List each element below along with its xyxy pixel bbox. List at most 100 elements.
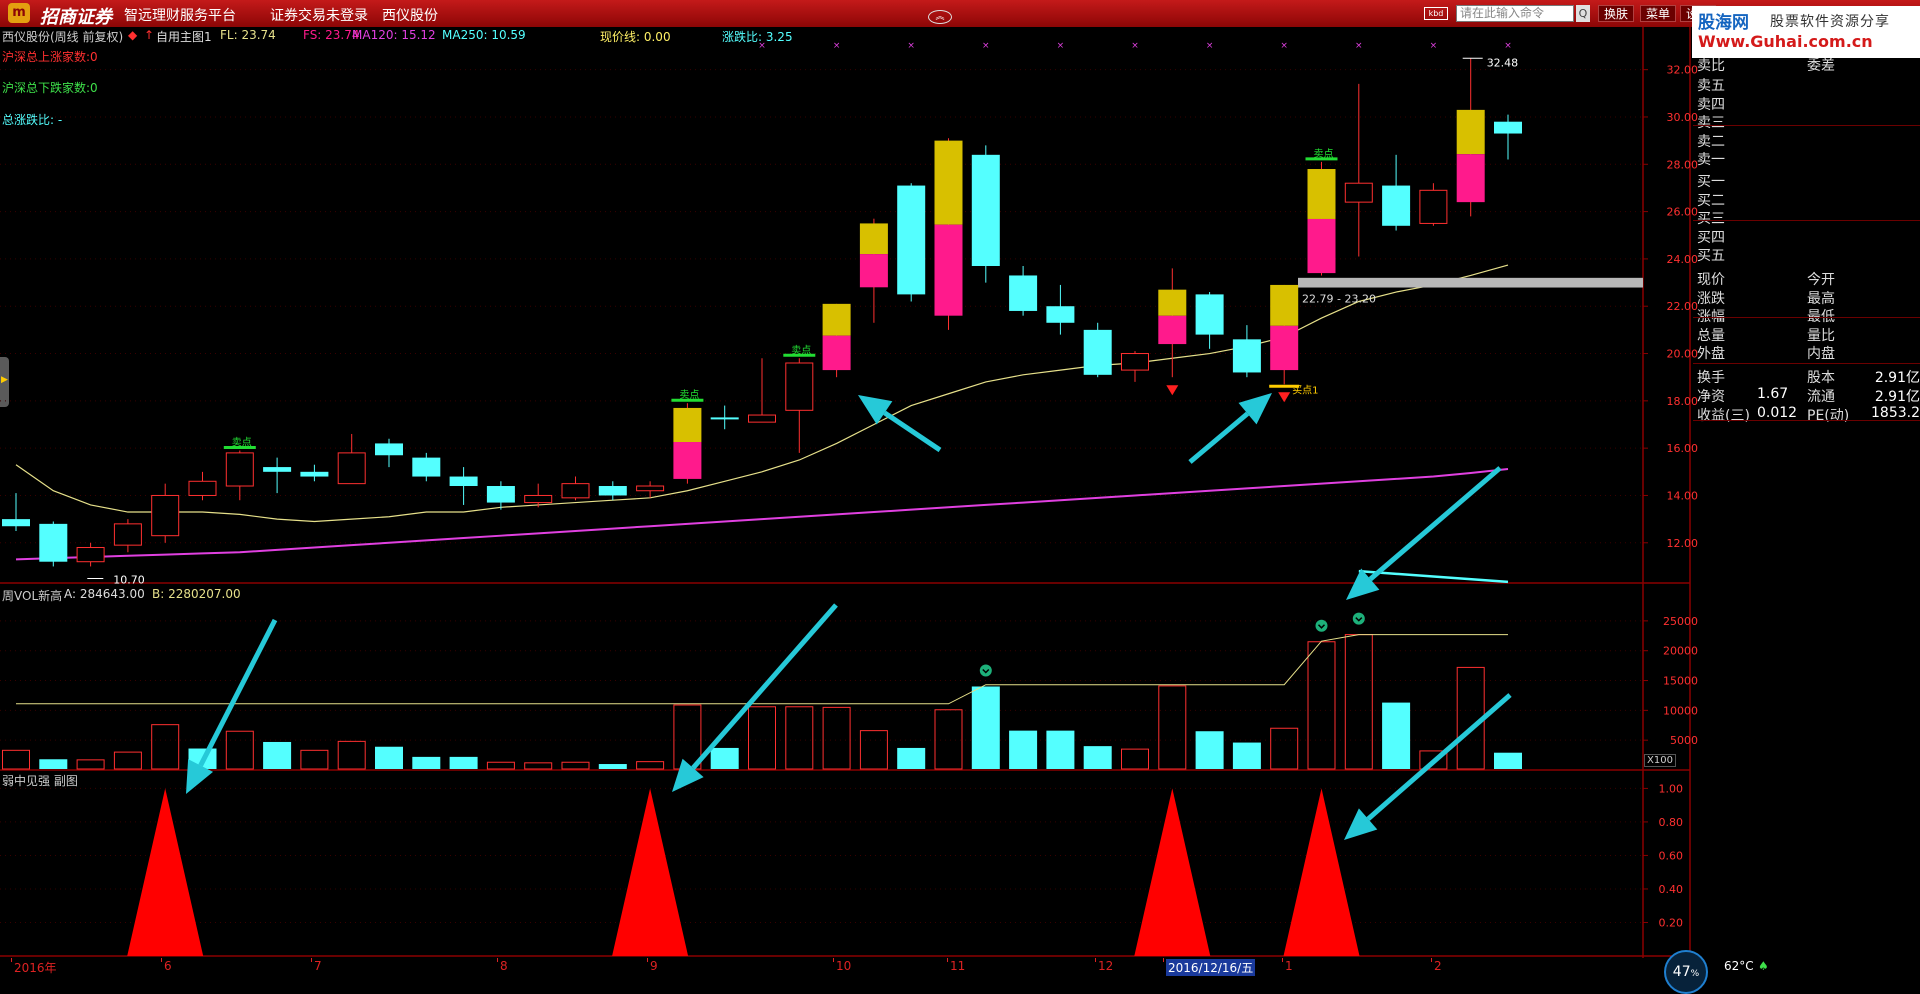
total-ratio-label: 总涨跌比: - <box>2 113 63 127</box>
vol-tick-label: 5000 <box>1670 734 1698 747</box>
watermark-url: Www.Guhai.com.cn <box>1698 32 1873 51</box>
collapse-icon[interactable]: ︽ <box>928 10 952 24</box>
sub-tick-label: 0.80 <box>1659 816 1684 829</box>
vol-bar <box>1419 750 1448 770</box>
candle-body-upper <box>1307 169 1336 219</box>
arrow-head <box>858 395 893 425</box>
timeline-tick <box>833 958 834 962</box>
vol-bar <box>337 740 366 770</box>
candle-body <box>748 414 776 423</box>
vol-bar <box>1046 730 1075 769</box>
quote-mid-value: 1.67 <box>1757 386 1789 402</box>
timeline-tick <box>311 958 312 962</box>
fl-value: FL: 23.74 <box>220 28 276 42</box>
arrow-head <box>1346 568 1380 600</box>
candle-body <box>1195 294 1224 335</box>
candle-body <box>1083 329 1112 375</box>
candle-body <box>263 467 292 472</box>
candle-body-lower <box>673 442 702 479</box>
candle-body <box>524 494 553 504</box>
timeline-tick <box>1095 958 1096 962</box>
sell-level: 卖一 <box>1697 149 1920 168</box>
switch-skin-button[interactable]: 换肤 <box>1598 5 1635 22</box>
quote-field-label: 现价 <box>1697 272 1725 288</box>
candle-body <box>1046 306 1075 323</box>
quote-mid-value: 0.012 <box>1757 405 1798 421</box>
chevron-down-icon <box>1317 624 1326 629</box>
vol-bar <box>1344 634 1373 770</box>
vol-bar <box>1232 742 1261 769</box>
y-tick-label: 16.00 <box>1667 442 1699 455</box>
sell-level-label: 卖三 <box>1697 115 1725 131</box>
ma250-value: MA250: 10.59 <box>442 28 526 42</box>
signal-triangle <box>1134 788 1211 956</box>
timeline-tick <box>647 958 648 962</box>
vol-bar <box>785 706 814 770</box>
timeline-tick <box>11 958 12 962</box>
arrow-shaft <box>691 603 838 770</box>
candle <box>897 183 926 302</box>
vol-bar <box>598 764 627 769</box>
keyboard-icon[interactable]: kbd <box>1424 7 1448 20</box>
candle <box>748 358 776 423</box>
vol-bar <box>1009 730 1038 769</box>
vol-tick-label: 20000 <box>1663 645 1698 658</box>
high-label: 32.48 <box>1487 56 1519 69</box>
candle <box>300 464 329 482</box>
vol-panel-title[interactable]: 周VOL新高 <box>2 587 62 604</box>
candle-body <box>1382 185 1411 226</box>
candle <box>934 138 963 330</box>
timeline-label: 1 <box>1285 959 1293 973</box>
candle-body-upper <box>1270 284 1299 326</box>
vol-bar <box>113 751 142 770</box>
quote-field-label-2: 量比 <box>1807 327 1835 344</box>
sell-level-label: 卖四 <box>1697 96 1725 113</box>
vol-bar <box>524 762 553 770</box>
candle-body <box>76 547 105 563</box>
vol-tick-label: 10000 <box>1663 704 1698 717</box>
search-input[interactable]: 请在此输入命令 <box>1456 5 1574 22</box>
main-indicator-name[interactable]: 自用主图1 <box>156 28 212 45</box>
sub-panel-title[interactable]: 弱中见强 副图 <box>2 772 78 789</box>
candle-body <box>710 417 739 420</box>
candle-body <box>636 485 665 492</box>
candle-body <box>1344 182 1373 203</box>
quote-field-label: 涨跌 <box>1697 290 1725 307</box>
vol-bar <box>673 704 702 770</box>
sell-signal-label: 卖点 <box>791 344 811 356</box>
quote-field-label-2: 最低 <box>1807 309 1835 325</box>
candle-body <box>971 154 1000 267</box>
diamond-icon: ◆ <box>128 28 138 42</box>
candle-body-upper <box>1158 289 1187 316</box>
sub-tick-label: 1.00 <box>1659 782 1684 795</box>
sub-tick-label: 0.60 <box>1659 849 1684 862</box>
quote-field-label: 涨幅 <box>1697 309 1725 325</box>
arrow-shaft <box>198 618 278 767</box>
buy-arrow-icon <box>1166 385 1179 396</box>
quote-header-label-2: 委差 <box>1807 58 1835 74</box>
annotation-arrow <box>186 618 278 794</box>
vol-tick-label: 15000 <box>1663 675 1698 688</box>
left-panel-toggle[interactable]: ▶ <box>0 357 9 407</box>
search-icon[interactable]: Q <box>1576 5 1590 22</box>
candle <box>822 303 851 378</box>
menu-button[interactable]: 菜单 <box>1640 5 1677 22</box>
net-assets-row-value: 2.91亿 <box>1874 389 1920 405</box>
earnings-row-value: 1853.2 <box>1871 405 1920 421</box>
trade-login-status[interactable]: 证券交易未登录 <box>270 5 368 25</box>
current-date-label: 2016/12/16/五 <box>1166 959 1256 976</box>
watermark-site: 股海网 <box>1698 13 1749 33</box>
vol-bar <box>76 759 105 770</box>
vol-bar <box>859 730 888 770</box>
sub-tick-label: 0.40 <box>1659 883 1684 896</box>
chart-title: 西仪股份(周线 前复权) <box>2 30 124 44</box>
quote-divider <box>1693 220 1920 221</box>
candle-body-lower <box>1307 218 1336 274</box>
buy-level-label: 买四 <box>1697 229 1725 246</box>
arrow-head <box>186 759 214 794</box>
vol-bar <box>636 761 665 770</box>
gauge-unit: % <box>1690 969 1700 979</box>
candle-body <box>39 523 68 562</box>
fl-line <box>15 264 1509 523</box>
quote-panel: 卖比 委差 卖五 卖四 卖三 卖二 卖一 买一 买二 买三 买四 买五 现价 今开 涨跌 最高 涨幅 最低 总量 量比… <box>1693 55 1920 425</box>
